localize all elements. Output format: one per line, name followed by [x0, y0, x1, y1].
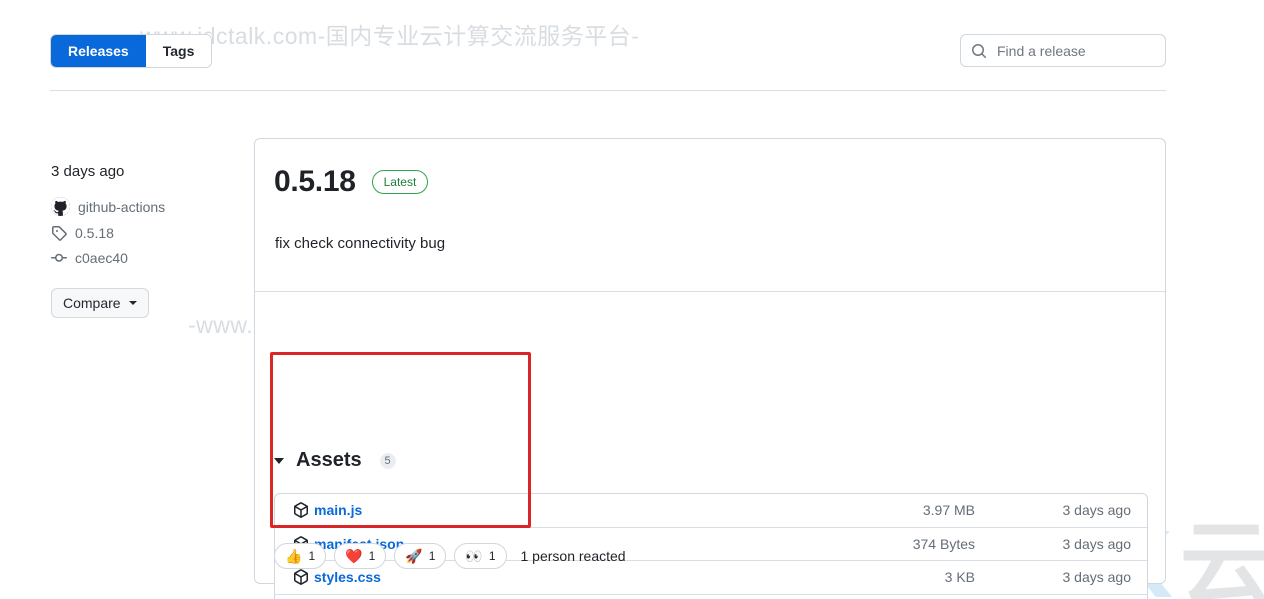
reactions-bar: 👍 1 ❤️ 1 🚀 1 👀 1 1 person reacted [274, 543, 626, 569]
package-icon [294, 569, 308, 586]
heart-reaction[interactable]: ❤️ 1 [334, 543, 387, 569]
heart-count: 1 [368, 549, 376, 563]
release-author-name[interactable]: github-actions [78, 199, 165, 215]
rocket-count: 1 [428, 549, 436, 563]
releases-page: -www.idctalk.com-国内专业云计算交流服务平台- -www.idc… [0, 0, 1264, 599]
package-icon [294, 502, 308, 519]
search-icon [972, 43, 987, 58]
releases-toolbar: Releases Tags [50, 34, 1166, 68]
release-tag-row[interactable]: 0.5.18 [51, 225, 241, 241]
triangle-down-icon [274, 457, 284, 464]
asset-date-cell: 3 days ago [1062, 535, 1132, 552]
release-meta-sidebar: 3 days ago github-actions 0.5.18 c0aec40… [51, 163, 241, 318]
release-search-box[interactable] [960, 34, 1166, 67]
release-commit-row[interactable]: c0aec40 [51, 250, 241, 266]
heart-icon: ❤️ [345, 548, 363, 564]
chevron-down-icon [128, 301, 137, 305]
compare-button[interactable]: Compare [51, 288, 149, 318]
release-author-row[interactable]: github-actions [51, 197, 241, 216]
thumbsup-reaction[interactable]: 👍 1 [274, 543, 327, 569]
tab-releases[interactable]: Releases [51, 35, 146, 67]
asset-date-cell: 3 days ago [1062, 502, 1132, 519]
asset-link[interactable]: styles.css [314, 569, 381, 585]
assets-title: Assets [296, 449, 362, 471]
asset-link[interactable]: main.js [314, 502, 362, 518]
release-card-header: 0.5.18 Latest fix check connectivity bug [255, 139, 1165, 252]
assets-header[interactable]: Assets 5 [274, 449, 396, 472]
asset-size-cell: 374 Bytes [912, 535, 975, 552]
release-commit-sha[interactable]: c0aec40 [75, 250, 128, 266]
asset-name-cell[interactable]: styles.css [293, 569, 811, 585]
compare-button-label: Compare [63, 295, 121, 311]
reactions-summary: 1 person reacted [520, 548, 626, 564]
releases-tags-switcher[interactable]: Releases Tags [50, 34, 213, 68]
release-description: fix check connectivity bug [275, 235, 446, 252]
tag-icon [52, 226, 67, 241]
release-tag-name[interactable]: 0.5.18 [75, 225, 114, 241]
search-input[interactable] [995, 41, 1155, 60]
assets-count-badge: 5 [379, 452, 396, 469]
eyes-icon: 👀 [465, 548, 483, 564]
release-version-title: 0.5.18 [274, 165, 356, 198]
rocket-reaction[interactable]: 🚀 1 [394, 543, 447, 569]
github-avatar-icon [51, 197, 70, 216]
eyes-reaction[interactable]: 👀 1 [454, 543, 507, 569]
asset-name-cell[interactable]: main.js [293, 502, 811, 518]
thumbsup-count: 1 [308, 549, 316, 563]
tab-tags[interactable]: Tags [145, 35, 212, 67]
asset-size-cell: 3 KB [944, 569, 975, 586]
watermark-logo-cn-2: 云说 [1179, 514, 1264, 599]
commit-icon [51, 253, 67, 262]
asset-size-cell: 3.97 MB [922, 502, 975, 519]
eyes-count: 1 [488, 549, 496, 563]
toolbar-divider [50, 90, 1166, 91]
latest-badge: Latest [371, 170, 429, 194]
release-body-divider [255, 291, 1165, 292]
table-row[interactable]: main.js 3.97 MB 3 days ago [275, 494, 1147, 528]
release-title-row: 0.5.18 Latest [274, 165, 1145, 199]
release-card: 0.5.18 Latest fix check connectivity bug… [254, 138, 1166, 599]
asset-date-cell: 3 days ago [1062, 569, 1132, 586]
table-row[interactable]: Source code (zip) 3 days ago [275, 595, 1147, 599]
rocket-icon: 🚀 [405, 548, 423, 564]
thumbsup-icon: 👍 [285, 548, 303, 564]
release-date: 3 days ago [51, 163, 125, 180]
